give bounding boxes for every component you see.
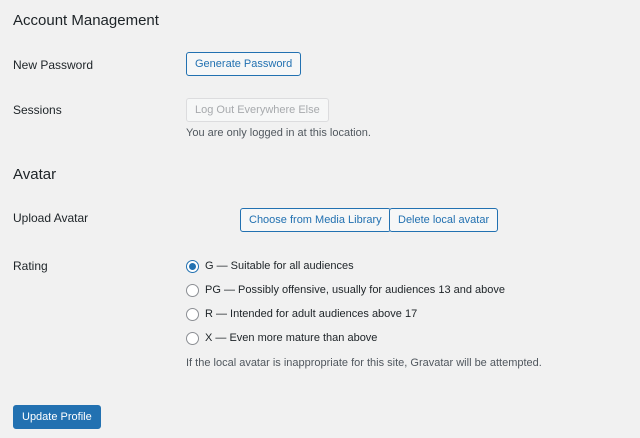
delete-local-avatar-button[interactable]: Delete local avatar (389, 208, 499, 232)
choose-from-media-library-button[interactable]: Choose from Media Library (240, 208, 391, 232)
rating-label: Rating (13, 259, 48, 273)
sessions-label: Sessions (13, 103, 62, 117)
sessions-description: You are only logged in at this location. (186, 127, 371, 139)
new-password-label: New Password (13, 58, 94, 72)
rating-option-label: PG — Possibly offensive, usually for aud… (205, 284, 506, 296)
rating-description: If the local avatar is inappropriate for… (186, 357, 542, 369)
rating-option-x[interactable]: X — Even more mature than above (186, 330, 377, 346)
rating-option-label: R — Intended for adult audiences above 1… (205, 308, 418, 320)
rating-option-r[interactable]: R — Intended for adult audiences above 1… (186, 306, 417, 322)
logout-everywhere-button[interactable]: Log Out Everywhere Else (186, 98, 329, 122)
radio-button[interactable] (186, 307, 199, 321)
update-profile-button[interactable]: Update Profile (13, 405, 101, 429)
profile-page: Account Management New Password Generate… (0, 0, 640, 438)
rating-option-g[interactable]: G — Suitable for all audiences (186, 258, 354, 274)
radio-button[interactable] (186, 331, 199, 345)
avatar-heading: Avatar (13, 166, 57, 183)
rating-option-pg[interactable]: PG — Possibly offensive, usually for aud… (186, 282, 505, 298)
radio-button[interactable] (186, 283, 199, 297)
upload-avatar-label: Upload Avatar (13, 211, 89, 225)
rating-option-label: G — Suitable for all audiences (205, 260, 354, 272)
rating-option-label: X — Even more mature than above (205, 332, 378, 344)
generate-password-button[interactable]: Generate Password (186, 52, 302, 76)
radio-button-checked[interactable] (186, 259, 199, 273)
account-management-heading: Account Management (13, 12, 159, 29)
